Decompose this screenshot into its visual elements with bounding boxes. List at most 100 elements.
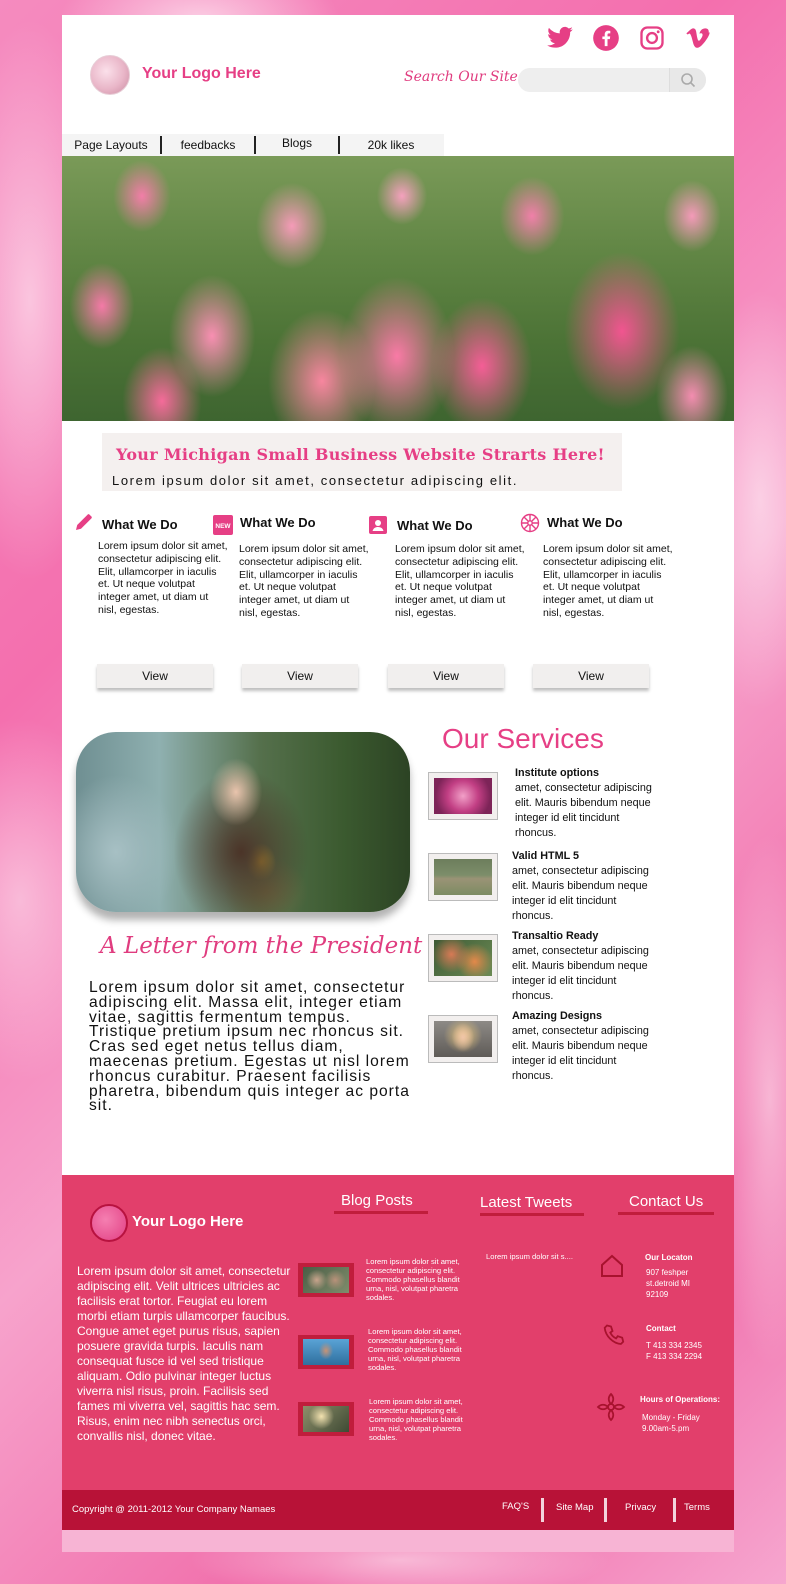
- card-title: What We Do: [547, 515, 623, 530]
- tagline-subtitle: Lorem ipsum dolor sit amet, consectetur …: [112, 473, 519, 488]
- service-text: amet, consectetur adipiscing elit. Mauri…: [515, 782, 652, 839]
- social-links: [546, 24, 712, 52]
- tagline-title: Your Michigan Small Business Website Str…: [116, 445, 605, 464]
- card-title: What We Do: [397, 518, 473, 533]
- location-address: 907 feshper st.detroid MI 92109: [646, 1268, 691, 1299]
- link-divider: [673, 1498, 676, 1522]
- blog-posts-heading: Blog Posts: [341, 1192, 413, 1209]
- service-thumbnail[interactable]: [428, 853, 498, 901]
- search-button[interactable]: [669, 68, 706, 92]
- footer-accent-strip: [62, 1530, 734, 1552]
- contact-title: Contact: [646, 1324, 676, 1333]
- copyright-text: Copyright @ 2011-2012 Your Company Namae…: [72, 1504, 276, 1515]
- contact-phone: T 413 334 2345: [646, 1341, 702, 1350]
- search-icon: [681, 73, 696, 88]
- heading-underline: [334, 1211, 428, 1214]
- service-title: Valid HTML 5: [512, 850, 579, 862]
- hours-time: 9.00am-5.pm: [642, 1424, 690, 1433]
- tweet-text[interactable]: Lorem ipsum dolor sit s....: [486, 1252, 573, 1261]
- service-title: Amazing Designs: [512, 1010, 602, 1022]
- search-box: [518, 68, 706, 92]
- service-thumbnail[interactable]: [428, 1015, 498, 1063]
- terms-link[interactable]: Terms: [684, 1502, 710, 1513]
- footer-logo-image[interactable]: [90, 1204, 128, 1242]
- president-photo: [76, 732, 410, 912]
- service-image: [434, 859, 492, 895]
- phone-icon: [603, 1324, 625, 1345]
- service-image: [434, 1021, 492, 1057]
- footer-paragraph: Lorem ipsum dolor sit amet, consectetur …: [77, 1264, 291, 1443]
- blog-post-image: [303, 1267, 349, 1293]
- blog-post-thumbnail[interactable]: [298, 1263, 354, 1297]
- view-button[interactable]: View: [97, 664, 213, 688]
- instagram-icon[interactable]: [638, 24, 666, 52]
- blog-post-image: [303, 1406, 349, 1432]
- facebook-icon[interactable]: [592, 24, 620, 52]
- nav-item-page-layouts[interactable]: Page Layouts: [62, 138, 160, 152]
- new-badge-icon: NEW: [213, 515, 233, 535]
- view-button[interactable]: View: [242, 664, 358, 688]
- hours-days: Monday - Friday: [642, 1413, 700, 1422]
- services-title: Our Services: [442, 723, 604, 754]
- heading-underline: [480, 1213, 584, 1216]
- footer-logo-text[interactable]: Your Logo Here: [132, 1213, 243, 1230]
- vimeo-icon[interactable]: [684, 24, 712, 52]
- letter-title: A Letter from the President: [100, 933, 423, 959]
- card-title: What We Do: [102, 517, 178, 532]
- tagline-box: Your Michigan Small Business Website Str…: [102, 433, 622, 491]
- nav-item-feedbacks[interactable]: feedbacks: [162, 138, 254, 152]
- nav-item-blogs[interactable]: Blogs: [256, 136, 338, 150]
- service-text: amet, consectetur adipiscing elit. Mauri…: [512, 945, 649, 1002]
- page-container: Your Logo Here Search Our Site Page Layo…: [62, 15, 734, 1552]
- search-label: Search Our Site: [404, 69, 518, 85]
- contact-fax: F 413 334 2294: [646, 1352, 703, 1361]
- footer-bottom-bar: Copyright @ 2011-2012 Your Company Namae…: [62, 1490, 734, 1530]
- logo-text[interactable]: Your Logo Here: [142, 65, 261, 83]
- hours-title: Hours of Operations:: [640, 1395, 721, 1404]
- service-image: [434, 940, 492, 976]
- card-title: What We Do: [240, 515, 316, 530]
- card-text: Lorem ipsum dolor sit amet, consectetur …: [543, 543, 673, 619]
- service-title: Institute options: [515, 767, 599, 779]
- search-input[interactable]: [522, 70, 671, 92]
- service-text: amet, consectetur adipiscing elit. Mauri…: [512, 1025, 649, 1082]
- blog-post-text[interactable]: Lorem ipsum dolor sit amet, consectetur …: [369, 1397, 469, 1442]
- location-title: Our Locaton: [645, 1253, 693, 1262]
- faq-link[interactable]: FAQ'S: [502, 1501, 529, 1512]
- blog-post-text[interactable]: Lorem ipsum dolor sit amet, consectetur …: [366, 1257, 466, 1302]
- card-text: Lorem ipsum dolor sit amet, consectetur …: [395, 543, 525, 619]
- card-text: Lorem ipsum dolor sit amet, consectetur …: [98, 540, 228, 616]
- blog-post-thumbnail[interactable]: [298, 1402, 354, 1436]
- view-button[interactable]: View: [533, 664, 649, 688]
- contact-us-heading: Contact Us: [629, 1193, 704, 1210]
- twitter-icon[interactable]: [546, 24, 574, 52]
- service-thumbnail[interactable]: [428, 934, 498, 982]
- logo-image[interactable]: [90, 55, 130, 95]
- letter-body: Lorem ipsum dolor sit amet, consectetur …: [89, 979, 410, 1115]
- hero-image-tulips: [62, 156, 734, 421]
- nav-item-likes[interactable]: 20k likes: [340, 138, 442, 152]
- svg-text:NEW: NEW: [215, 523, 231, 530]
- service-thumbnail[interactable]: [428, 772, 498, 820]
- blog-post-text[interactable]: Lorem ipsum dolor sit amet, consectetur …: [368, 1327, 468, 1372]
- contact-card-icon: [369, 516, 387, 534]
- blog-post-image: [303, 1339, 349, 1365]
- view-button[interactable]: View: [388, 664, 504, 688]
- privacy-link[interactable]: Privacy: [625, 1502, 656, 1513]
- footer: Your Logo Here Blog Posts Latest Tweets …: [62, 1175, 734, 1491]
- blog-post-thumbnail[interactable]: [298, 1335, 354, 1369]
- service-text: amet, consectetur adipiscing elit. Mauri…: [512, 865, 649, 922]
- home-icon: [601, 1254, 623, 1277]
- link-divider: [541, 1498, 544, 1522]
- link-divider: [604, 1498, 607, 1522]
- flower-icon: [596, 1392, 626, 1422]
- flower-icon: [520, 513, 540, 533]
- main-nav: Page Layouts feedbacks Blogs 20k likes: [62, 134, 444, 156]
- latest-tweets-heading: Latest Tweets: [480, 1194, 573, 1211]
- card-text: Lorem ipsum dolor sit amet, consectetur …: [239, 543, 369, 619]
- pencil-icon: [76, 514, 92, 530]
- service-title: Transaltio Ready: [512, 930, 599, 942]
- heading-underline: [618, 1212, 714, 1215]
- service-image: [434, 778, 492, 814]
- site-map-link[interactable]: Site Map: [556, 1502, 594, 1513]
